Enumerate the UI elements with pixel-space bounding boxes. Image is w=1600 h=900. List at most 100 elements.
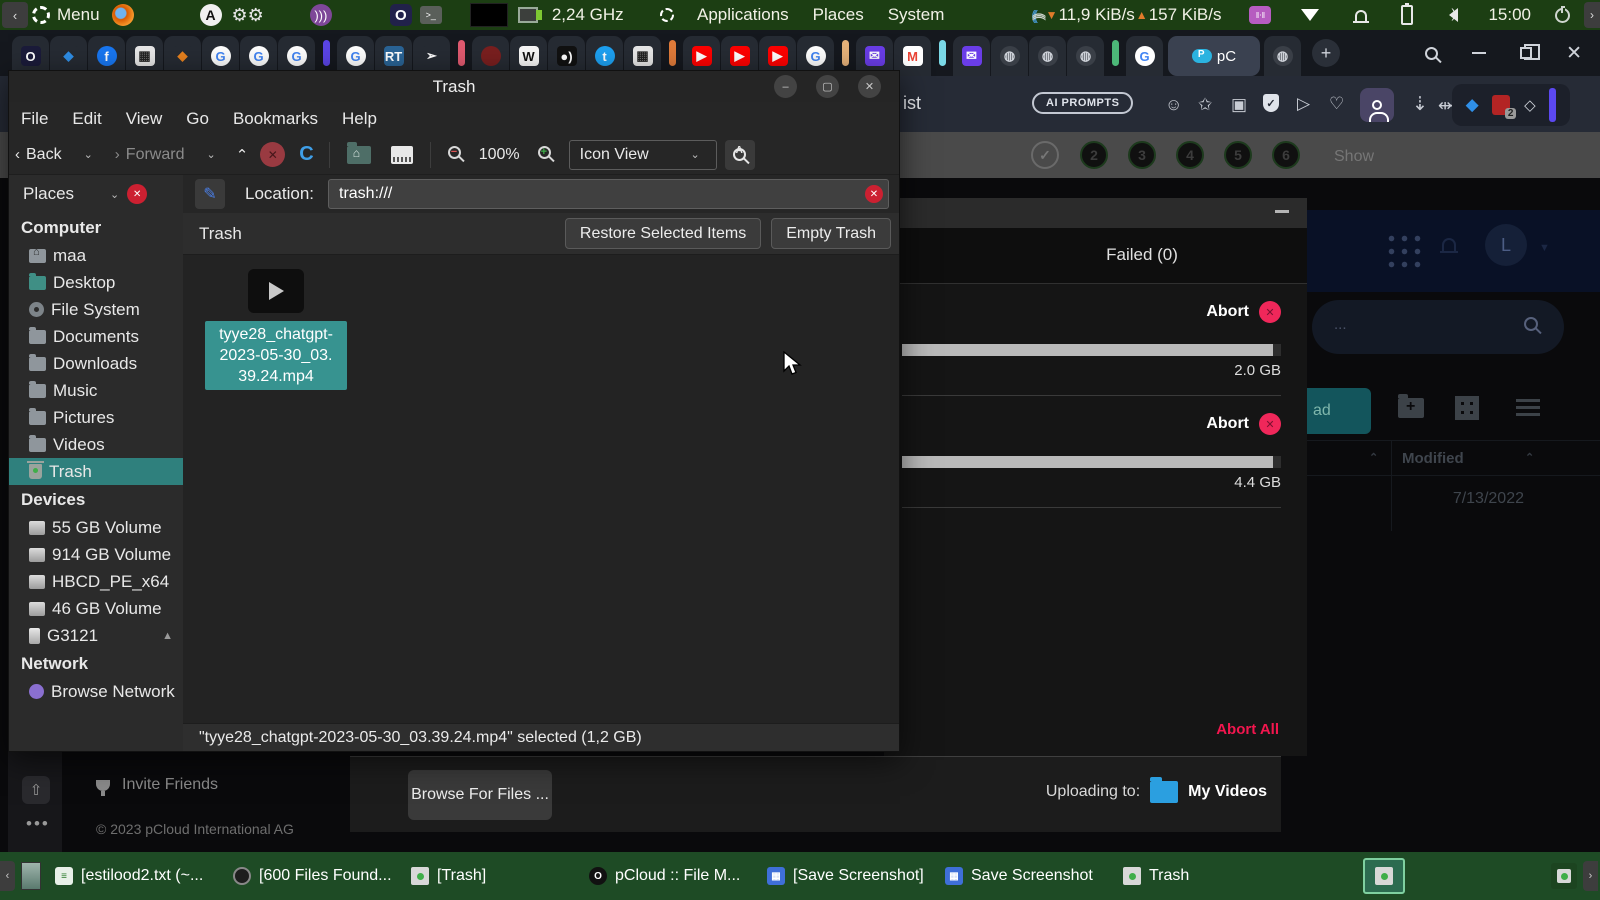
site-upload-rail-icon[interactable]: ⇧ [22,776,50,804]
apps-grid-icon[interactable] [1385,232,1423,270]
browser-restore-button[interactable] [1520,44,1541,60]
abort-button[interactable]: Abort [1206,303,1249,321]
terminal-window-preview[interactable] [469,3,508,27]
globe-tab[interactable]: ◍ [1067,36,1104,76]
globe-tab[interactable]: ◍ [1029,36,1066,76]
browser-minimize-button[interactable] [1472,52,1487,54]
window-minimize-button[interactable]: – [774,75,797,98]
snapshot-camera-icon[interactable]: ▣ [1231,95,1247,115]
sidebar-item-trash[interactable]: Trash [9,458,183,485]
edit-location-icon[interactable]: ✎ [195,179,225,209]
sidebar-item-file-system[interactable]: File System [9,296,183,323]
menu-bookmarks[interactable]: Bookmarks [221,109,330,129]
sidebar-item-pictures[interactable]: Pictures [9,404,183,431]
sidebar-item-hbcd-pe-x64[interactable]: HBCD_PE_x64 [9,568,183,595]
emoji-face-icon[interactable]: ☺ [1165,95,1182,115]
taskbar-item-pcloud-file-m-[interactable]: OpCloud :: File M... [585,867,763,885]
firefox-launcher-icon[interactable] [111,4,134,26]
extension-sidebar-toggle[interactable] [1549,88,1557,122]
find-files-button[interactable]: A [724,139,755,170]
vpn-tray-icon[interactable] [1301,9,1320,21]
icon-view-area[interactable]: tyye28_chatgpt- 2023-05-30_03. 39.24.mp4 [183,255,899,723]
abort-button[interactable]: Abort [1206,415,1249,433]
trash-tray-icon[interactable] [1551,863,1577,889]
forward-dropdown-icon[interactable]: ⌄ [200,148,221,161]
site-more-dots-icon[interactable]: ••• [26,814,50,834]
window-maximize-button[interactable]: ▢ [816,75,839,98]
show-desktop-button[interactable] [21,862,41,890]
sidebar-item-desktop[interactable]: Desktop [9,269,183,296]
invite-friends-link[interactable]: Invite Friends [122,776,218,794]
new-tab-button[interactable]: + [1312,39,1340,67]
globe-tab[interactable]: ◍ [1264,36,1301,76]
taskbar-item--estilood2-txt-[interactable]: ≡ [estilood2.txt (~... [51,867,229,885]
bookmark-star-icon[interactable]: ✩ [1198,95,1212,115]
applications-menu[interactable]: Applications [689,5,797,25]
send-icon[interactable]: ▷ [1297,94,1310,114]
search-tool-icon[interactable]: A [199,4,222,26]
grid-view-icon[interactable] [1455,396,1479,420]
tab-group-cyan[interactable] [939,39,946,66]
volume-control-icon[interactable]: ‖⋅‖ [1249,6,1272,24]
zoom-out-button[interactable]: − [447,145,461,164]
zoom-in-button[interactable]: + [537,145,551,164]
places-dropdown-icon[interactable]: ⌄ [110,188,119,201]
forward-button[interactable]: Forward [126,146,185,164]
globe-tab[interactable]: ◍ [991,36,1028,76]
modified-column-header[interactable]: Modified [1402,450,1464,467]
new-folder-icon[interactable] [1398,394,1424,418]
taskbar-item--trash-[interactable]: [Trash] [407,867,585,885]
site-search-input[interactable]: ... [1312,300,1564,354]
list-view-icon[interactable] [1516,399,1540,417]
site-upload-button[interactable]: ad [1307,388,1371,434]
tab-group-green[interactable] [1112,39,1119,66]
wifi-icon[interactable]: ((( [1032,13,1048,18]
abort-x-icon[interactable]: ✕ [1259,413,1281,435]
menu-file[interactable]: File [9,109,60,129]
sidebar-item-documents[interactable]: Documents [9,323,183,350]
ai-prompts-button[interactable]: AI PROMPTS [1032,92,1134,114]
clear-location-icon[interactable]: ✕ [865,185,883,203]
abort-x-icon[interactable]: ✕ [1259,301,1281,323]
trashed-file-item[interactable]: tyye28_chatgpt- 2023-05-30_03. 39.24.mp4 [205,269,347,390]
name-sort-icon[interactable]: ⌃ [1369,451,1378,464]
taskbar-item-trash[interactable]: Trash [1119,867,1297,885]
show-label[interactable]: Show [1334,148,1374,166]
location-input[interactable] [328,179,889,209]
sidebar-item-music[interactable]: Music [9,377,183,404]
applications-menu-icon[interactable] [660,8,674,22]
heart-icon[interactable]: ♡ [1329,94,1344,114]
extension-diamond-icon[interactable]: ◆ [1466,95,1479,115]
taskbar-item--save-screenshot-[interactable]: ▦ [Save Screenshot] [763,867,941,885]
tab-group-purple[interactable] [323,39,330,66]
window-titlebar[interactable]: Trash – ▢ ✕ [9,71,899,102]
tab-group-red[interactable] [458,39,465,66]
back-dropdown-icon[interactable]: ⌄ [78,148,99,161]
stop-button[interactable]: ✕ [260,142,286,167]
places-header[interactable]: Places [23,184,74,204]
failed-tab[interactable]: Failed (0) [1106,245,1178,265]
sidebar-item-browse-network[interactable]: Browse Network [9,678,183,705]
system-menu[interactable]: System [880,5,953,25]
back-button[interactable]: Back [26,146,62,164]
sidebar-close-icon[interactable]: ✕ [127,184,148,204]
active-window-tile[interactable] [1363,858,1405,894]
sidebar-item-downloads[interactable]: Downloads [9,350,183,377]
sidebar-item-g3121[interactable]: G3121 ▲ [9,622,183,649]
tab-group-orange[interactable] [669,39,676,66]
address-bar-url-fragment[interactable]: ist [903,93,921,114]
pcloud-tab-active[interactable]: pC [1168,36,1260,76]
menu-edit[interactable]: Edit [60,109,113,129]
forward-arrow-icon[interactable]: › [109,146,126,163]
taskbar-item-save-screenshot[interactable]: ▦ Save Screenshot [941,867,1119,885]
tor-browser-icon[interactable]: ))) [309,4,332,26]
reload-button[interactable]: C [299,143,313,166]
shield-check-icon[interactable]: ✓ [1263,94,1279,112]
battery-icon[interactable] [1401,3,1414,25]
browse-for-files-button[interactable]: Browse For Files ... [408,770,552,820]
panel-collapse-left-icon[interactable]: ‹ [2,2,28,28]
distro-menu-icon[interactable] [32,6,50,24]
back-arrow-icon[interactable]: ‹ [9,146,26,163]
notifications-bell-icon[interactable] [1353,9,1370,23]
google-tab[interactable]: G [1126,36,1163,76]
